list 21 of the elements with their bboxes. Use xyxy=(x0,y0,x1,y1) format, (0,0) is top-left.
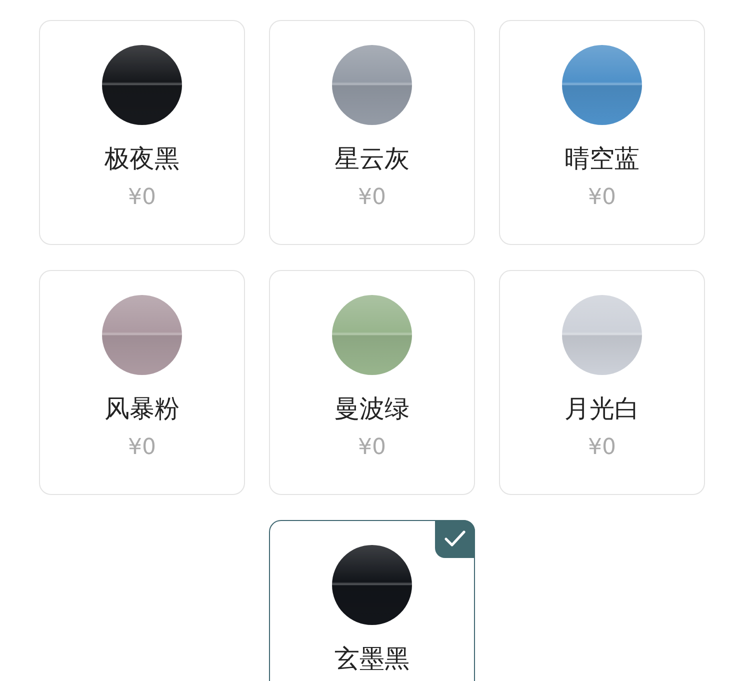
color-option-card[interactable]: 晴空蓝 ¥0 xyxy=(499,20,705,245)
color-name: 风暴粉 xyxy=(104,393,180,425)
color-name: 月光白 xyxy=(564,393,640,425)
color-name: 玄墨黑 xyxy=(334,643,410,675)
color-name: 晴空蓝 xyxy=(564,143,640,175)
color-name: 曼波绿 xyxy=(334,393,410,425)
color-option-card[interactable]: 月光白 ¥0 xyxy=(499,270,705,495)
color-option-card[interactable]: 曼波绿 ¥0 xyxy=(269,270,475,495)
color-option-card[interactable]: 极夜黑 ¥0 xyxy=(39,20,245,245)
color-price: ¥0 xyxy=(588,184,616,212)
color-name: 极夜黑 xyxy=(104,143,180,175)
color-price: ¥0 xyxy=(128,184,156,212)
color-price: ¥0 xyxy=(128,434,156,462)
color-price: ¥0 xyxy=(588,434,616,462)
color-price: ¥0 xyxy=(358,184,386,212)
check-icon xyxy=(435,520,475,558)
color-price: ¥0 xyxy=(358,434,386,462)
color-option-card[interactable]: 星云灰 ¥0 xyxy=(269,20,475,245)
color-option-card[interactable]: 玄墨黑 xyxy=(269,520,475,681)
color-name: 星云灰 xyxy=(334,143,410,175)
color-option-card[interactable]: 风暴粉 ¥0 xyxy=(39,270,245,495)
